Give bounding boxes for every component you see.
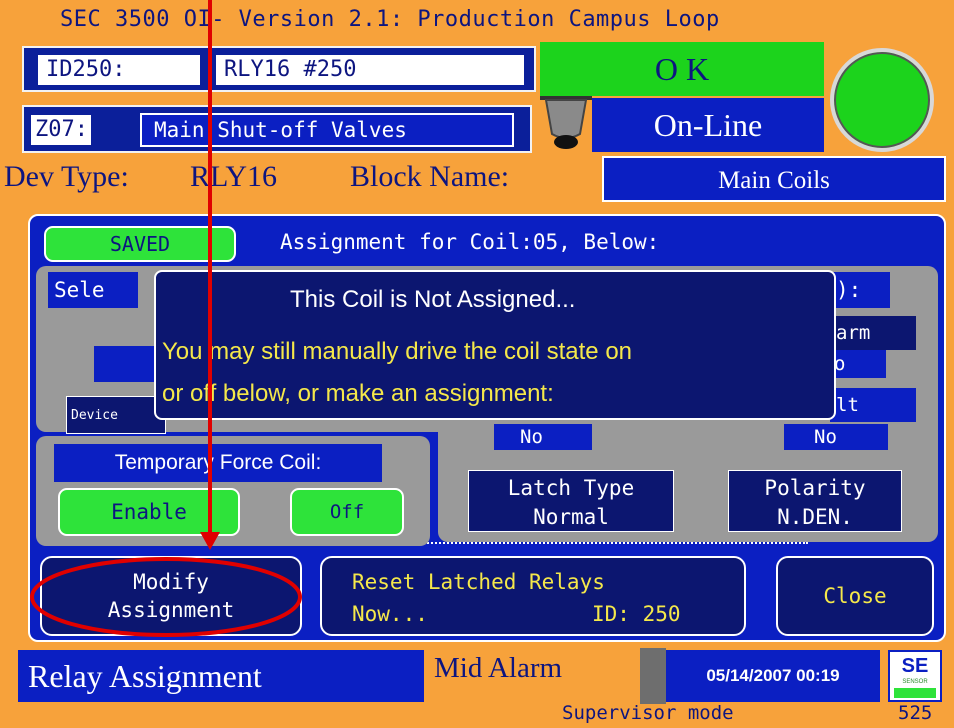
block-name-value: Main Coils	[602, 156, 946, 202]
off-button[interactable]: Off	[290, 488, 404, 536]
alarm-value: o	[830, 350, 886, 378]
alarm-label: arm	[830, 316, 916, 350]
device-id-value: RLY16 #250	[214, 53, 526, 87]
alarm-state: Mid Alarm	[434, 652, 563, 684]
reset-line-2a: Now...	[352, 602, 428, 626]
latch-type-label: Latch Type	[507, 476, 635, 500]
close-button[interactable]: Close	[776, 556, 934, 636]
dev-type-value: RLY16	[190, 160, 277, 193]
status-online-bar: On-Line	[592, 98, 824, 152]
modify-assignment-button[interactable]: Modify Assignment	[40, 556, 302, 636]
coil-assignment-panel: SAVED Assignment for Coil:05, Below: Sel…	[28, 214, 946, 642]
reset-latched-relays-button[interactable]: Reset Latched Relays Now... ID: 250	[320, 556, 746, 636]
reset-line-1: Reset Latched Relays	[352, 570, 605, 594]
zone-label: Z07:	[29, 113, 93, 147]
window-title: SEC 3500 OI- Version 2.1: Production Cam…	[60, 7, 720, 32]
logo-text: SE	[901, 655, 929, 677]
device-label: Device	[66, 396, 166, 434]
latch-type-value: Normal	[533, 505, 609, 529]
modify-line-2: Assignment	[107, 598, 235, 622]
right-no-value: No	[784, 424, 888, 450]
device-id-label: ID250:	[36, 53, 202, 87]
id-row: ID250: RLY16 #250	[22, 46, 536, 92]
status-ok-bar: O K	[540, 42, 824, 96]
alarm-indicator-swatch	[640, 648, 666, 704]
coil-not-assigned-popup: This Coil is Not Assigned... You may sti…	[154, 270, 836, 420]
block-name-label: Block Name:	[350, 160, 510, 193]
sensor-logo: SE SENSOR	[888, 650, 942, 702]
zone-description: Main Shut-off Valves	[140, 113, 514, 147]
screen-name: Relay Assignment	[18, 650, 424, 702]
select-label: Sele	[48, 272, 138, 308]
latch-setting-label: lt	[830, 388, 916, 422]
temp-force-label: Temporary Force Coil:	[54, 444, 382, 482]
latch-type-box: Latch Type Normal	[468, 470, 674, 532]
logo-stripe	[894, 688, 936, 698]
modify-line-1: Modify	[133, 570, 209, 594]
left-no-value: No	[494, 424, 592, 450]
user-mode: Supervisor mode	[562, 702, 734, 724]
logo-subtext: SENSOR	[902, 679, 928, 685]
temp-force-group: Temporary Force Coil: Enable Off	[36, 436, 430, 546]
polarity-value: N.DEN.	[777, 505, 853, 529]
settings-label: ):	[832, 272, 890, 308]
popup-line-1: You may still manually drive the coil st…	[162, 338, 633, 365]
hmi-screen: SEC 3500 OI- Version 2.1: Production Cam…	[0, 0, 954, 728]
bell-icon	[540, 94, 592, 154]
popup-line-2: or off below, or make an assignment:	[162, 380, 554, 407]
enable-button[interactable]: Enable	[58, 488, 240, 536]
polarity-label: Polarity	[764, 476, 866, 500]
polarity-box: Polarity N.DEN.	[728, 470, 902, 532]
datetime-display: 05/14/2007 00:19	[666, 650, 880, 702]
dev-type-label: Dev Type:	[4, 160, 129, 193]
saved-badge: SAVED	[44, 226, 236, 262]
popup-heading: This Coil is Not Assigned...	[290, 286, 576, 313]
screen-number: 525	[898, 702, 933, 724]
assignment-title: Assignment for Coil:05, Below:	[280, 230, 660, 254]
zone-row: Z07: Main Shut-off Valves	[22, 105, 532, 153]
reset-line-2b: ID: 250	[592, 602, 681, 626]
status-indicator-lamp	[830, 48, 934, 152]
